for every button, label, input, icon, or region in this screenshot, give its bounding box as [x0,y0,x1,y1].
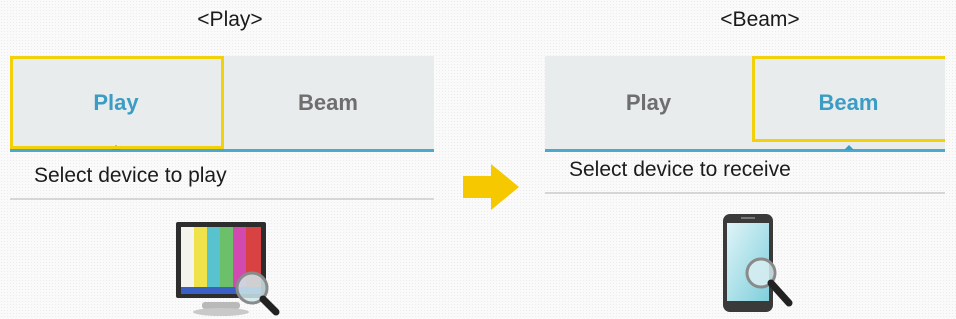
tab-play[interactable]: Play [545,56,752,149]
active-tab-indicator [111,145,121,150]
select-device-heading: Select device to receive [545,146,945,194]
tv-search-icon [176,222,280,316]
tab-bar: Play Beam [545,56,945,152]
tab-beam[interactable]: Beam [752,56,945,150]
select-device-heading: Select device to play [10,152,434,200]
caption-play: <Play> [197,8,263,31]
tab-play-label: Play [93,89,139,115]
tab-play[interactable]: Play [10,56,222,150]
tab-beam-label: Beam [818,89,879,115]
caption-beam: <Beam> [720,8,800,31]
right-arrow-icon [463,164,519,210]
tab-bar: Play Beam [10,56,434,152]
tab-beam[interactable]: Beam [222,56,434,149]
tab-beam-label: Beam [298,89,358,115]
phone-search-icon [723,214,793,312]
tab-play-label: Play [625,89,672,115]
